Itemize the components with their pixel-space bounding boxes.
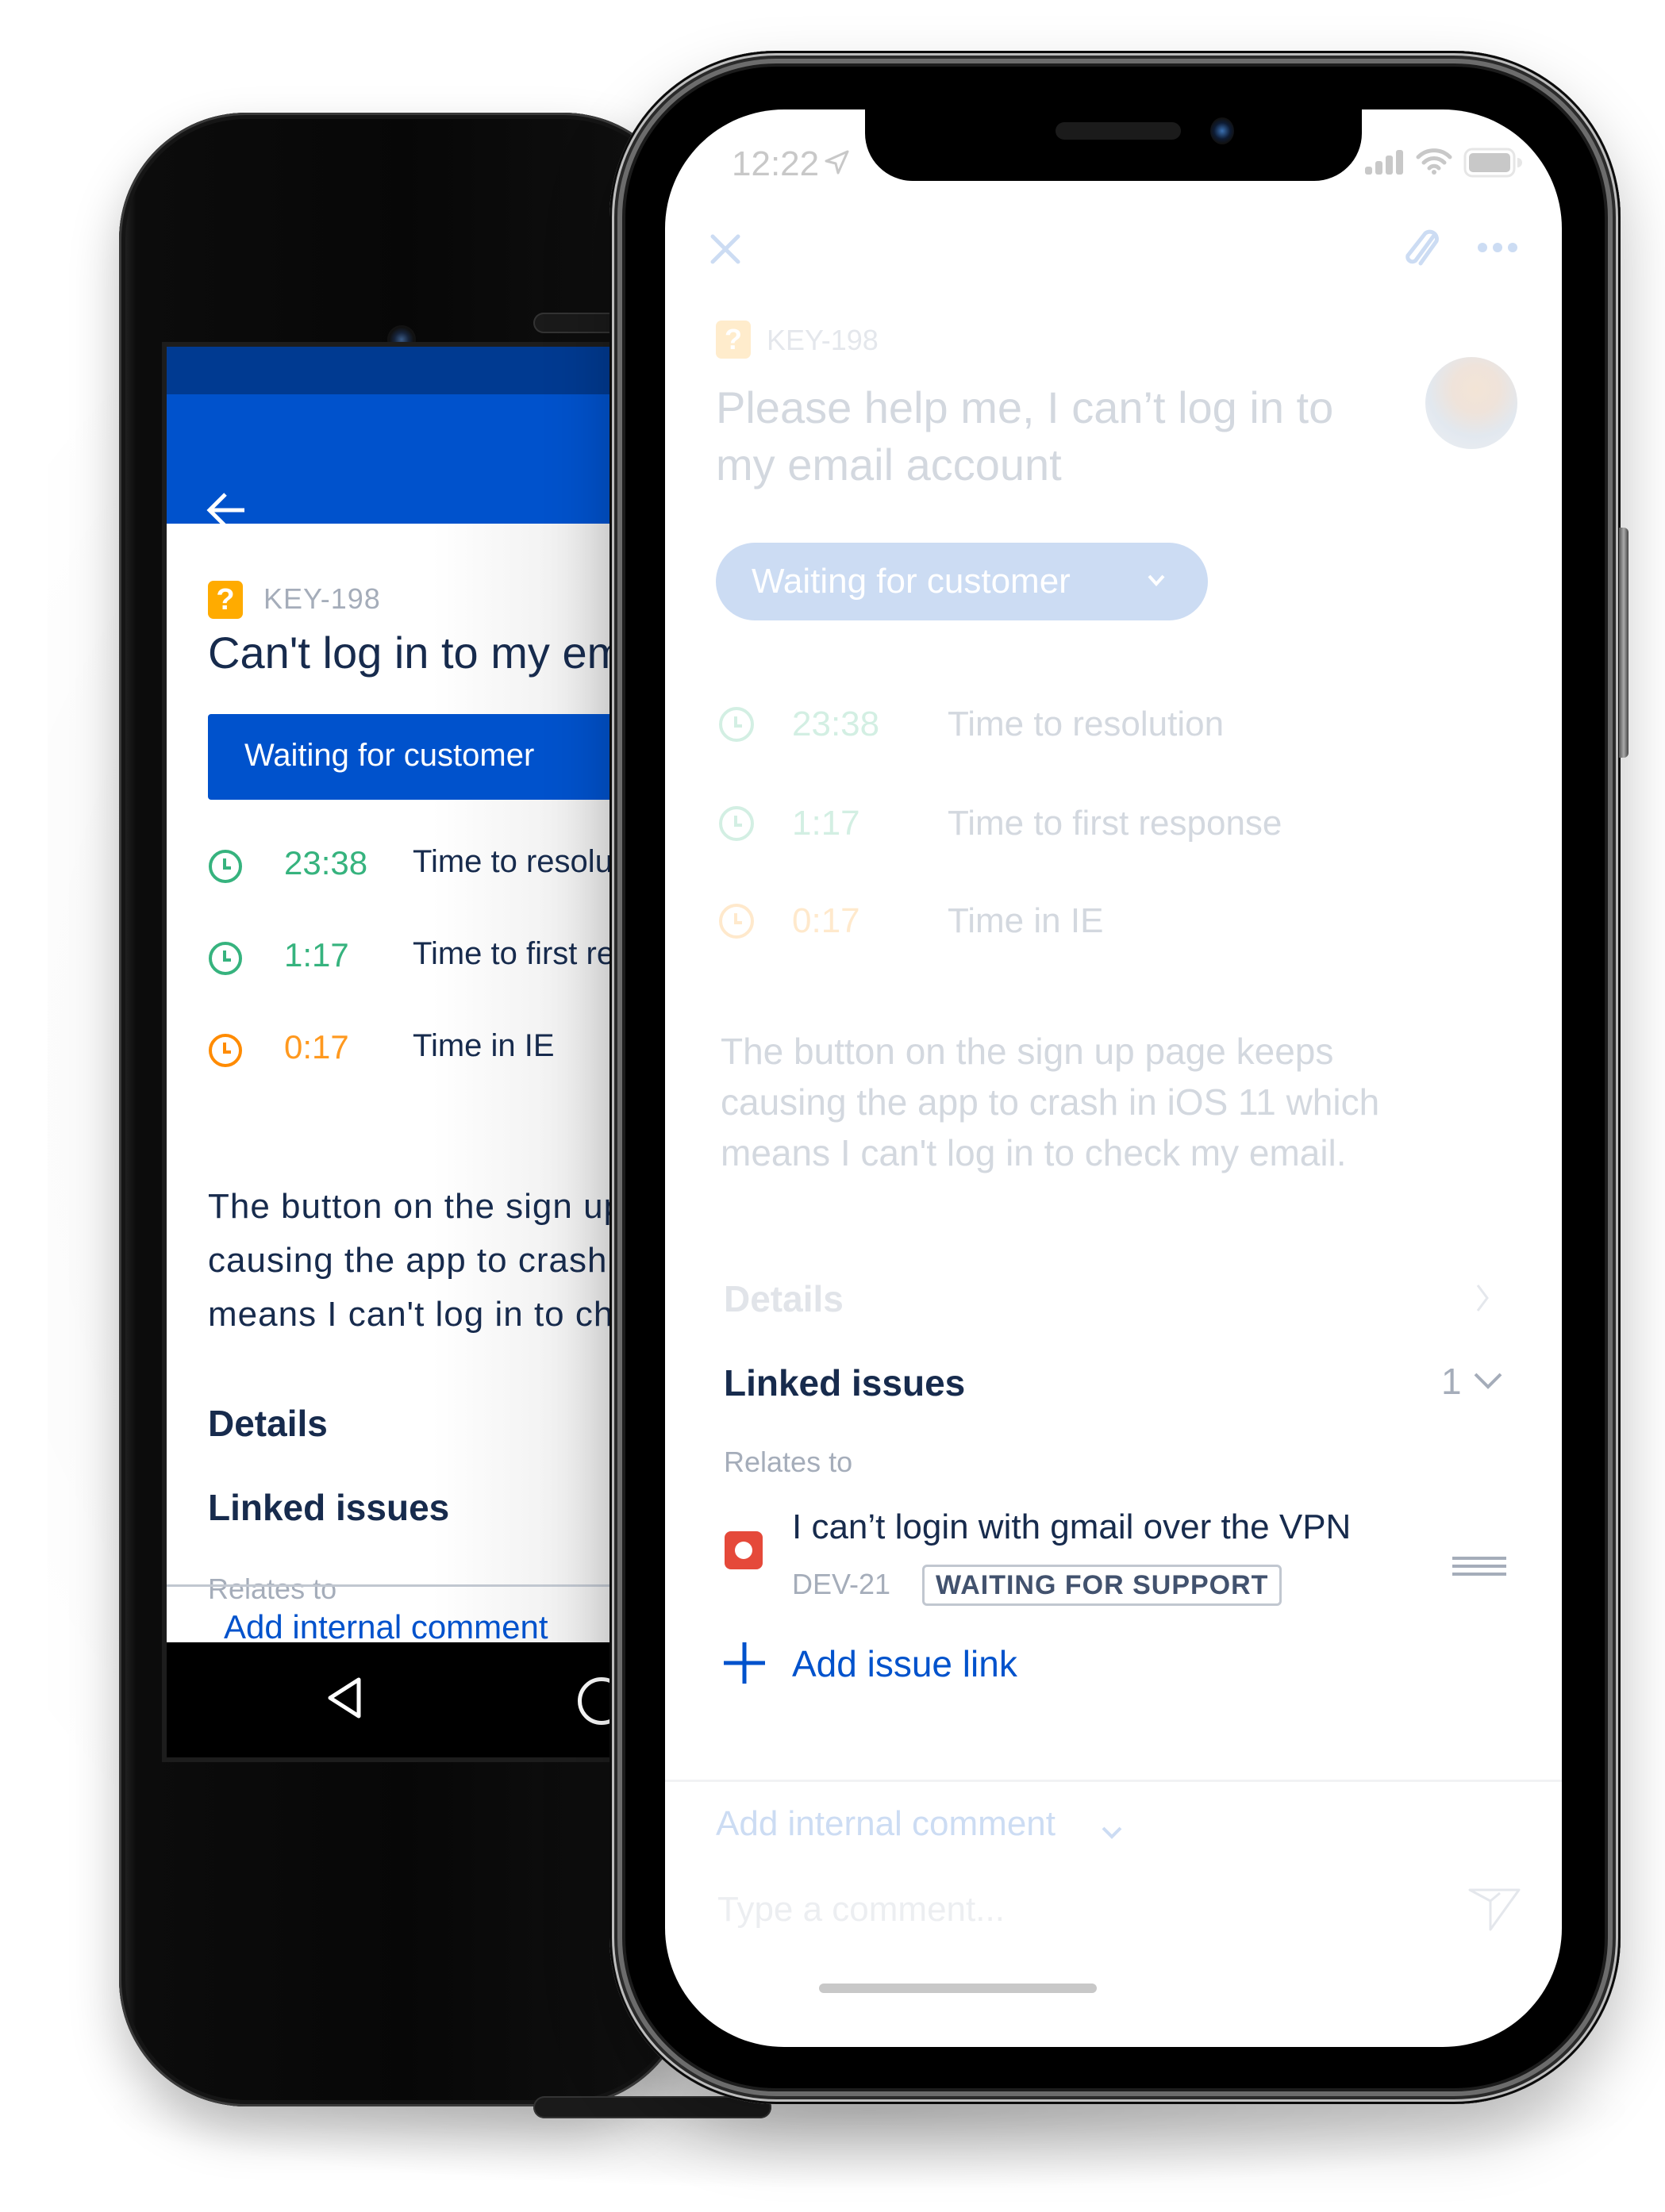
- chevron-down-icon: [1100, 1825, 1124, 1841]
- sla-label: Time to first response: [948, 804, 1282, 843]
- notch-camera: [1210, 117, 1234, 144]
- clock-icon: [718, 903, 755, 939]
- iphone-power-button: [1619, 528, 1628, 758]
- drag-handle-icon[interactable]: [1452, 1555, 1506, 1577]
- sla-value: 23:38: [284, 844, 368, 881]
- bug-icon: [725, 1531, 763, 1569]
- iphone-screen: 12:22 ? KEY-198 Please help me, I can’t …: [665, 109, 1562, 2047]
- chevron-down-icon: [1144, 568, 1168, 592]
- sla-label: Time to first response: [413, 936, 609, 971]
- add-internal-comment-button[interactable]: Add internal comment: [224, 1608, 548, 1646]
- android-issue-content: ? KEY-198 Can't log in to my email accou…: [167, 524, 609, 1642]
- details-heading[interactable]: Details: [208, 1402, 328, 1445]
- plus-icon: [722, 1641, 767, 1685]
- linked-issues-heading[interactable]: Linked issues: [208, 1486, 449, 1529]
- battery-icon: [1463, 148, 1522, 178]
- description-line: means I can't log in to check my email.: [208, 1295, 609, 1334]
- send-icon[interactable]: [1467, 1885, 1522, 1933]
- details-heading: Details: [724, 1278, 844, 1319]
- status-time: 12:22: [732, 144, 820, 183]
- issue-title: Can't log in to my email account: [208, 628, 609, 678]
- description-line: causing the app to crash in iOS 11 which: [721, 1081, 1380, 1123]
- relates-to-label: Relates to: [724, 1446, 853, 1478]
- clock-icon: [208, 849, 242, 883]
- close-icon[interactable]: [709, 233, 741, 265]
- issue-key: KEY-198: [263, 582, 381, 615]
- linked-issue-key: DEV-21: [792, 1568, 891, 1600]
- notch-speaker: [1056, 122, 1181, 140]
- issue-key: KEY-198: [767, 324, 879, 356]
- clock-icon: [208, 1033, 242, 1067]
- add-issue-link-label: Add issue link: [792, 1643, 1017, 1684]
- divider: [167, 1584, 609, 1587]
- question-icon: ?: [716, 321, 751, 359]
- sla-label: Time in IE: [948, 901, 1104, 940]
- signal-icon: [1363, 149, 1406, 176]
- reporter-avatar[interactable]: [1425, 357, 1517, 449]
- status-dropdown-label: Waiting for customer: [752, 562, 1071, 601]
- sla-value: 0:17: [284, 1028, 349, 1066]
- chevron-down-icon: [1473, 1371, 1503, 1390]
- divider: [665, 1780, 1562, 1782]
- clock-icon: [718, 706, 755, 743]
- status-badge: WAITING FOR SUPPORT: [922, 1565, 1282, 1606]
- issue-title-line: Please help me, I can’t log in to: [716, 382, 1334, 432]
- android-status-bar: [167, 347, 609, 394]
- sla-value: 1:17: [792, 804, 860, 843]
- more-options-icon[interactable]: [1476, 241, 1519, 254]
- wifi-icon: [1416, 148, 1452, 176]
- linked-issue-title: I can’t login with gmail over the VPN: [792, 1507, 1352, 1546]
- chevron-right-icon: [1475, 1282, 1490, 1314]
- attachment-icon[interactable]: [1403, 228, 1440, 270]
- sla-label: Time to resolution: [413, 844, 609, 879]
- linked-issues-count: 1: [1441, 1361, 1462, 1402]
- sla-value: 1:17: [284, 936, 349, 974]
- sla-label: Time to resolution: [948, 705, 1225, 743]
- status-button[interactable]: Waiting for customer: [208, 714, 609, 800]
- android-bottom-speaker: [533, 2096, 771, 2118]
- sla-label: Time in IE: [413, 1028, 555, 1063]
- nav-back-icon[interactable]: [325, 1676, 365, 1720]
- add-internal-comment-label: Add internal comment: [716, 1804, 1056, 1843]
- description-line: means I can't log in to check my email.: [721, 1132, 1347, 1173]
- description-line: causing the app to crash in iOS 11 which: [208, 1241, 609, 1280]
- location-arrow-icon: [824, 149, 851, 176]
- sla-value: 0:17: [792, 901, 860, 940]
- description-line: The button on the sign up page keeps: [208, 1187, 609, 1226]
- clock-icon: [208, 941, 242, 975]
- clock-icon: [718, 805, 755, 842]
- android-screen: ? KEY-198 Can't log in to my email accou…: [167, 347, 609, 1757]
- status-button-label: Waiting for customer: [244, 738, 535, 773]
- nav-home-icon[interactable]: [578, 1677, 609, 1725]
- linked-issues-heading: Linked issues: [724, 1362, 966, 1404]
- notch: [865, 109, 1362, 181]
- status-dropdown[interactable]: Waiting for customer: [716, 543, 1208, 620]
- android-app-bar: [167, 394, 609, 528]
- relates-to-label: Relates to: [208, 1573, 337, 1605]
- comment-input[interactable]: Type a comment...: [717, 1890, 1005, 1930]
- issue-title-line: my email account: [716, 440, 1062, 490]
- description-line: The button on the sign up page keeps: [721, 1031, 1334, 1072]
- android-nav-bar: [167, 1642, 609, 1757]
- home-indicator[interactable]: [819, 1984, 1097, 1993]
- sla-value: 23:38: [792, 705, 880, 743]
- question-icon: ?: [208, 581, 243, 619]
